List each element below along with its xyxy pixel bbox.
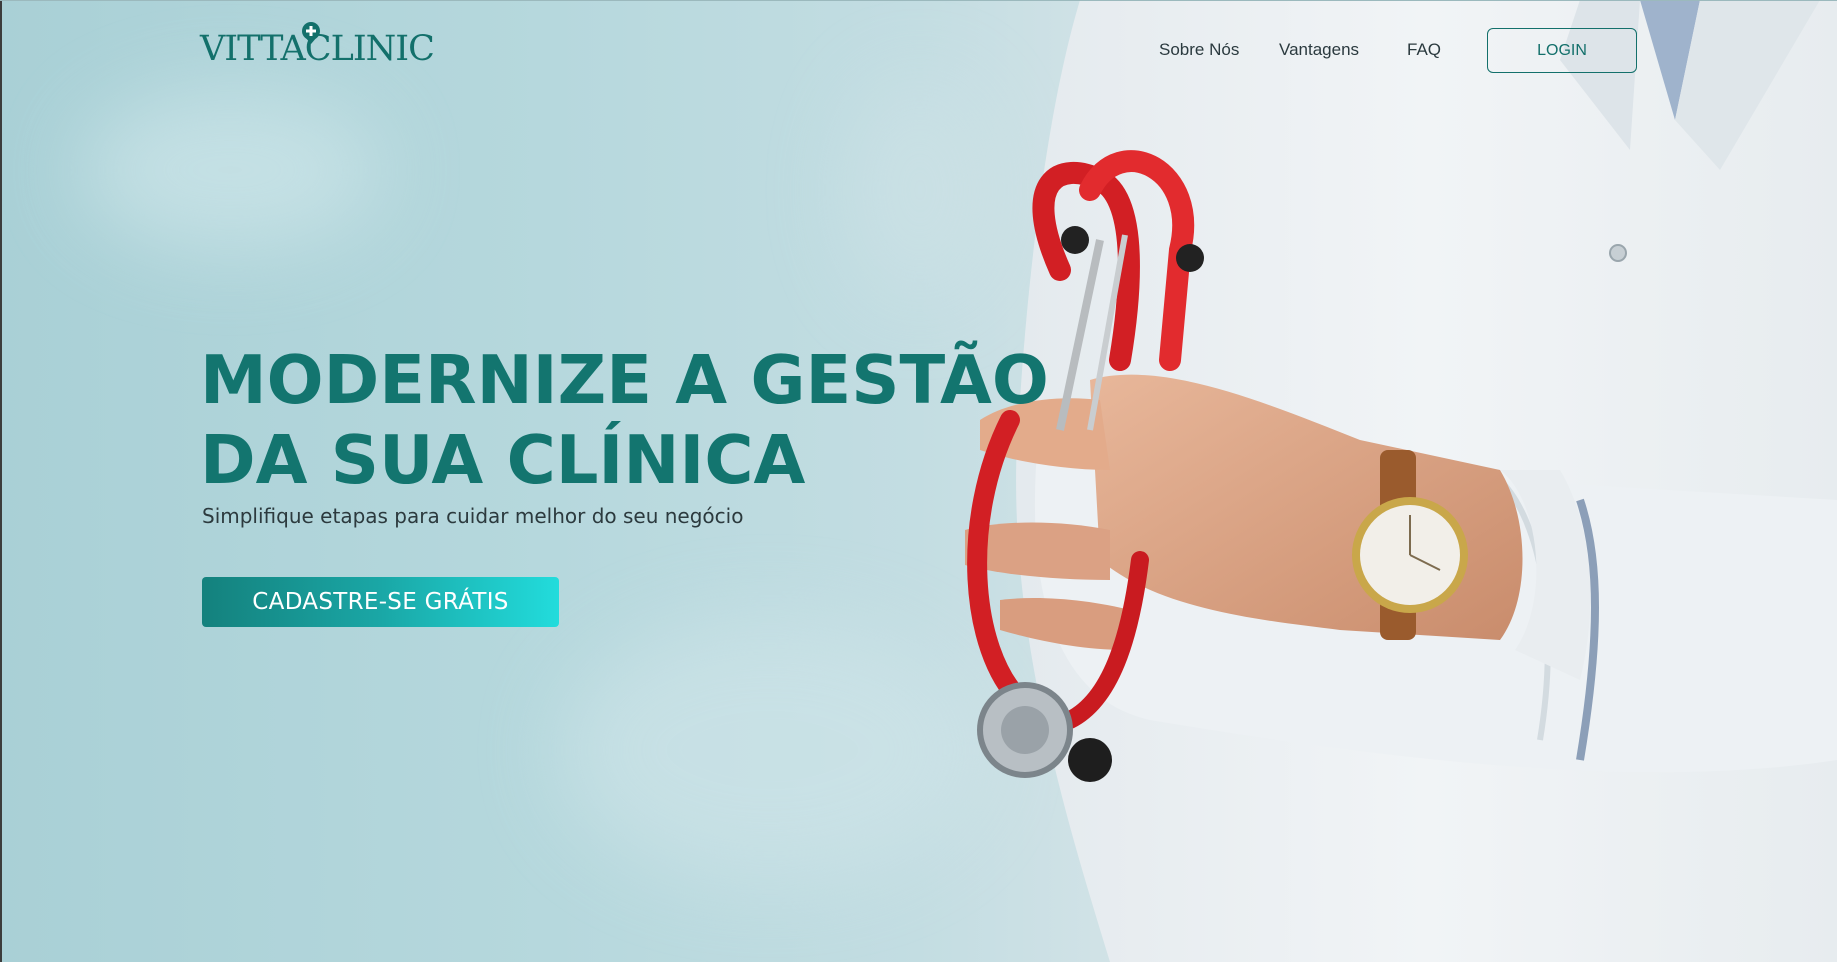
window-edge: [0, 0, 1837, 1]
hero-subtitle: Simplifique etapas para cuidar melhor do…: [202, 504, 744, 528]
background-blur: [560, 620, 980, 880]
signup-free-button[interactable]: CADASTRE-SE GRÁTIS: [202, 577, 559, 627]
nav-link-vantagens[interactable]: Vantagens: [1279, 40, 1359, 60]
login-button[interactable]: LOGIN: [1487, 28, 1637, 73]
nav-link-faq[interactable]: FAQ: [1407, 40, 1441, 60]
medical-cross-pin-icon: [302, 22, 320, 44]
nav-link-sobre-nos[interactable]: Sobre Nós: [1159, 40, 1239, 60]
site-logo[interactable]: VITTACLINIC: [200, 22, 435, 74]
hero-title: MODERNIZE A GESTÃO DA SUA CLÍNICA: [200, 340, 1049, 500]
hero-title-line-1: MODERNIZE A GESTÃO: [200, 341, 1049, 419]
doctor-with-stethoscope-image: [940, 0, 1837, 962]
hero-title-line-2: DA SUA CLÍNICA: [200, 421, 806, 499]
landing-page: VITTACLINIC Sobre Nós Vantagens FAQ LOGI…: [0, 0, 1837, 962]
background-blur: [80, 90, 380, 250]
window-edge: [0, 0, 2, 962]
